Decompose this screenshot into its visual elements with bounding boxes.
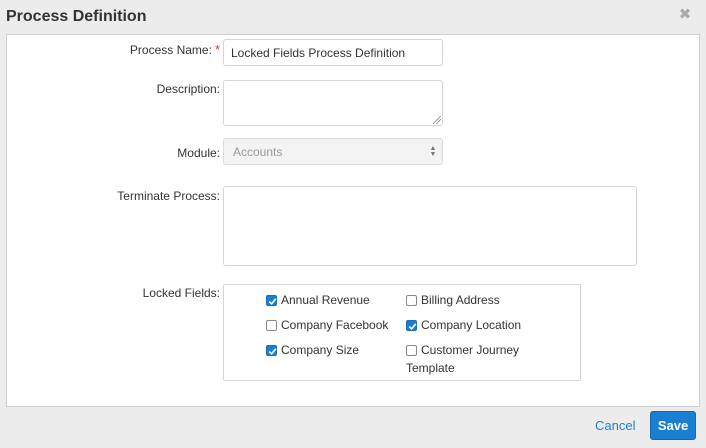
locked-fields-box: Annual Revenue Billing Address Company F… [223, 284, 581, 381]
checkbox-customer-journey-template[interactable]: Customer Journey Template [406, 341, 556, 377]
checkbox-checked-icon[interactable] [406, 320, 417, 331]
close-icon[interactable]: ✖ [678, 7, 692, 23]
checkbox-label: Billing Address [421, 293, 500, 307]
process-name-label: Process Name: * [130, 42, 220, 57]
cancel-button[interactable]: Cancel [595, 418, 635, 433]
checkbox-unchecked-icon[interactable] [406, 345, 417, 356]
modal-body: Process Name:* Description: Module: Acco… [6, 34, 700, 407]
checkbox-label: Company Facebook [281, 318, 389, 332]
checkbox-checked-icon[interactable] [266, 295, 277, 306]
checkbox-annual-revenue[interactable]: Annual Revenue [266, 291, 370, 309]
terminate-process-label: Terminate Process: [117, 189, 220, 203]
checkbox-label: Company Size [281, 343, 360, 357]
save-button[interactable]: Save [650, 411, 696, 440]
description-label: Description: [156, 82, 220, 96]
checkbox-company-location[interactable]: Company Location [406, 316, 521, 334]
required-asterisk: * [214, 42, 220, 57]
module-select[interactable]: Accounts ▲ ▼ [223, 138, 443, 165]
checkbox-label: Company Location [421, 318, 522, 332]
checkbox-label: Customer Journey Template [406, 343, 520, 375]
modal-header: Process Definition ✖ [0, 0, 706, 34]
process-name-label-text: Process Name: [129, 43, 212, 57]
description-wrapper [223, 80, 443, 126]
checkbox-company-facebook[interactable]: Company Facebook [266, 316, 388, 334]
checkbox-company-size[interactable]: Company Size [266, 341, 359, 359]
checkbox-label: Annual Revenue [281, 293, 370, 307]
module-label: Module: [177, 146, 220, 160]
process-name-input[interactable] [223, 39, 443, 66]
terminate-process-area[interactable] [223, 186, 637, 266]
select-arrows-icon: ▲ ▼ [429, 145, 437, 158]
checkbox-unchecked-icon[interactable] [266, 320, 277, 331]
checkbox-unchecked-icon[interactable] [406, 295, 417, 306]
modal-title: Process Definition [6, 8, 147, 25]
description-textarea[interactable] [223, 80, 443, 126]
module-selected-value: Accounts [233, 145, 283, 159]
checkbox-billing-address[interactable]: Billing Address [406, 291, 500, 309]
checkbox-checked-icon[interactable] [266, 345, 277, 356]
locked-fields-label: Locked Fields: [142, 286, 220, 300]
